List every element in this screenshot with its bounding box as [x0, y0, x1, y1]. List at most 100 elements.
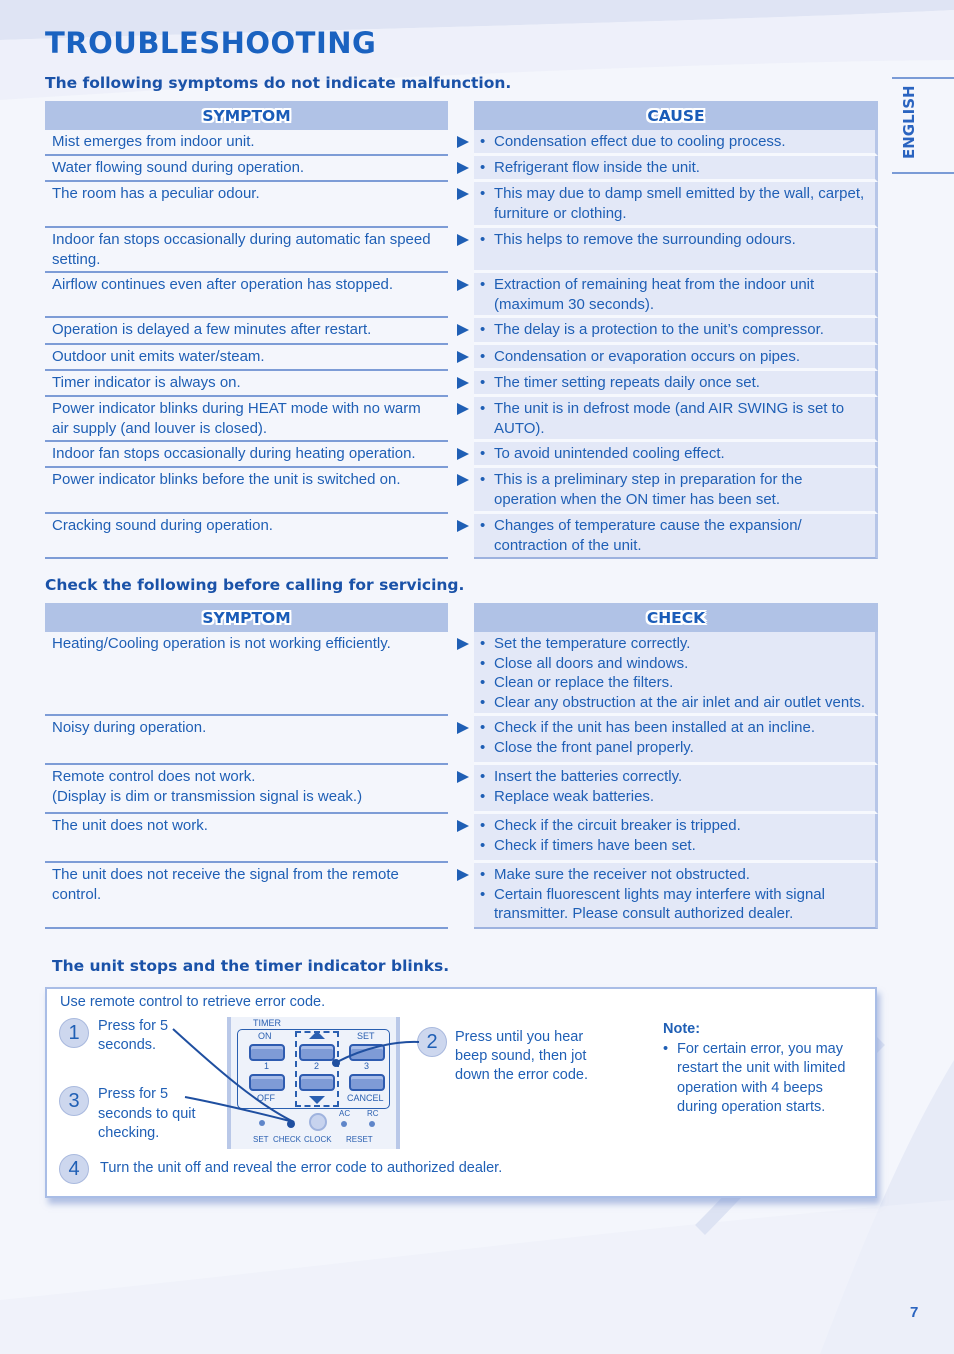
symptom-cell: Timer indicator is always on.	[45, 371, 448, 397]
cause-cell: • To avoid unintended cooling effect.	[474, 442, 878, 468]
bullet-item: • Set the temperature correctly.	[480, 635, 691, 652]
bullet-icon: •	[480, 185, 486, 202]
table-row: The unit does not work. • Check if the cir…	[45, 814, 878, 863]
step-4-badge: 4	[59, 1154, 89, 1184]
arrow-right-icon	[457, 377, 469, 389]
arrow-right-icon	[457, 771, 469, 783]
bullet-item: • Close all doors and windows.	[480, 654, 689, 672]
section-heading-symptoms: The following symptoms do not indicate m…	[45, 74, 512, 92]
check-cell: • Insert the batteries correctly. • Replace…	[474, 765, 878, 814]
bullet-icon: •	[480, 836, 486, 854]
table-row: Indoor fan stops occasionally during hea…	[45, 442, 878, 468]
bullet-icon: •	[480, 374, 486, 391]
arrow-right-icon	[457, 520, 469, 532]
table-row: Timer indicator is always on. • The timer …	[45, 371, 878, 397]
symptom-cell: Indoor fan stops occasionally during aut…	[45, 228, 448, 273]
table-row: Water flowing sound during operation. • Re…	[45, 156, 878, 182]
table-row: Noisy during operation. • Check if the uni…	[45, 716, 878, 765]
arrow-right-icon	[457, 722, 469, 734]
table-header: SYMPTOM CHECK	[45, 603, 878, 632]
arrow-right-icon	[457, 448, 469, 460]
table-row: Operation is delayed a few minutes after…	[45, 318, 878, 345]
bullet-icon: •	[480, 719, 486, 736]
bullet-item: • Refrigerant flow inside the unit.	[480, 159, 700, 176]
bullet-icon: •	[480, 866, 486, 883]
symptom-cell: Mist emerges from indoor unit.	[45, 130, 448, 156]
bullet-icon: •	[480, 348, 486, 365]
arrow-right-icon	[457, 474, 469, 486]
symptom-cell: The room has a peculiar odour.	[45, 182, 448, 228]
step-4-text: Turn the unit off and reveal the error c…	[100, 1160, 503, 1176]
table-row: Heating/Cooling operation is not working…	[45, 632, 878, 716]
bullet-item: • Changes of temperature cause the expans…	[480, 517, 802, 554]
check-cell: • Set the temperature correctly. • Close al…	[474, 632, 878, 716]
cause-cell: • Condensation effect due to cooling proc…	[474, 130, 878, 156]
bullet-item: • The timer setting repeats daily once se…	[480, 374, 760, 391]
bullet-icon: •	[480, 517, 486, 534]
check-cell: • Check if the circuit breaker is tripped…	[474, 814, 878, 863]
symptom-cell: Power indicator blinks before the unit i…	[45, 468, 448, 514]
bullet-item: • Insert the batteries correctly.	[480, 768, 683, 785]
bullet-icon: •	[480, 321, 486, 338]
table-row: Power indicator blinks before the unit i…	[45, 468, 878, 514]
table-header: SYMPTOM CAUSE	[45, 101, 878, 130]
column-header-cause: CAUSE	[474, 101, 878, 130]
cause-cell: • Extraction of remaining heat from the i…	[474, 273, 878, 318]
cause-cell: • This is a preliminary step in preparati…	[474, 468, 878, 514]
section-heading-error-code: The unit stops and the timer indicator b…	[52, 957, 450, 975]
bullet-item: • This may due to damp smell emitted by t…	[480, 185, 865, 222]
arrow-right-icon	[457, 162, 469, 174]
arrow-right-icon	[457, 351, 469, 363]
bullet-icon: •	[480, 787, 486, 805]
cause-cell: • The delay is a protection to the unit’s…	[474, 318, 878, 345]
table-row: Outdoor unit emits water/steam. • Condensa…	[45, 345, 878, 371]
symptom-cell: Indoor fan stops occasionally during hea…	[45, 442, 448, 468]
bullet-item: • Certain fluorescent lights may interfer…	[480, 885, 825, 923]
bullet-item: • Clear any obstruction at the air inlet …	[480, 693, 866, 711]
column-header-symptom: SYMPTOM	[45, 101, 448, 130]
bullet-icon: •	[480, 635, 486, 652]
table-row: Power indicator blinks during HEAT mode …	[45, 397, 878, 442]
cause-cell: • Refrigerant flow inside the unit.	[474, 156, 878, 182]
table-row: Cracking sound during operation. • Changes…	[45, 514, 878, 559]
bullet-item: • Extraction of remaining heat from the i…	[480, 276, 815, 313]
symptom-cause-table: SYMPTOM CAUSE Mist emerges from indoor u…	[45, 101, 878, 559]
bullet-item: • To avoid unintended cooling effect.	[480, 445, 725, 462]
bullet-icon: •	[480, 445, 486, 462]
table-row: Indoor fan stops occasionally during aut…	[45, 228, 878, 273]
language-tab: ENGLISH	[892, 77, 954, 174]
bullet-icon: •	[480, 817, 486, 834]
bullet-item: • The delay is a protection to the unit’s…	[480, 321, 824, 338]
symptom-cell: Power indicator blinks during HEAT mode …	[45, 397, 448, 442]
bullet-item: • Condensation or evaporation occurs on p…	[480, 348, 801, 365]
bullet-item: • Check if timers have been set.	[480, 836, 696, 854]
page-title: TROUBLESHOOTING	[45, 26, 377, 60]
bullet-item: • This helps to remove the surrounding od…	[480, 231, 796, 248]
arrow-right-icon	[457, 136, 469, 148]
symptom-check-table: SYMPTOM CHECK Heating/Cooling operation …	[45, 603, 878, 929]
bullet-icon: •	[480, 231, 486, 248]
cause-cell: • Condensation or evaporation occurs on p…	[474, 345, 878, 371]
bullet-icon: •	[480, 654, 486, 672]
table-row: Mist emerges from indoor unit. • Condensat…	[45, 130, 878, 156]
bullet-icon: •	[480, 738, 486, 756]
bullet-item: • This is a preliminary step in preparati…	[480, 471, 803, 508]
symptom-cell: Heating/Cooling operation is not working…	[45, 632, 448, 716]
bullet-icon: •	[480, 133, 486, 150]
arrow-right-icon	[457, 234, 469, 246]
table-row: The room has a peculiar odour. • This may …	[45, 182, 878, 228]
check-cell: • Check if the unit has been installed at…	[474, 716, 878, 765]
table-row: The unit does not receive the signal fro…	[45, 863, 878, 929]
symptom-cell: Cracking sound during operation.	[45, 514, 448, 559]
symptom-cell: Remote control does not work. (Display i…	[45, 765, 448, 814]
cause-cell: • The timer setting repeats daily once se…	[474, 371, 878, 397]
bullet-icon: •	[480, 159, 486, 176]
bullet-icon: •	[480, 400, 486, 417]
symptom-cell: Water flowing sound during operation.	[45, 156, 448, 182]
language-label: ENGLISH	[900, 85, 918, 159]
table-row: Remote control does not work. (Display i…	[45, 765, 878, 814]
arrow-right-icon	[457, 869, 469, 881]
bullet-icon: •	[480, 693, 486, 711]
arrow-right-icon	[457, 188, 469, 200]
symptom-cell: Noisy during operation.	[45, 716, 448, 765]
